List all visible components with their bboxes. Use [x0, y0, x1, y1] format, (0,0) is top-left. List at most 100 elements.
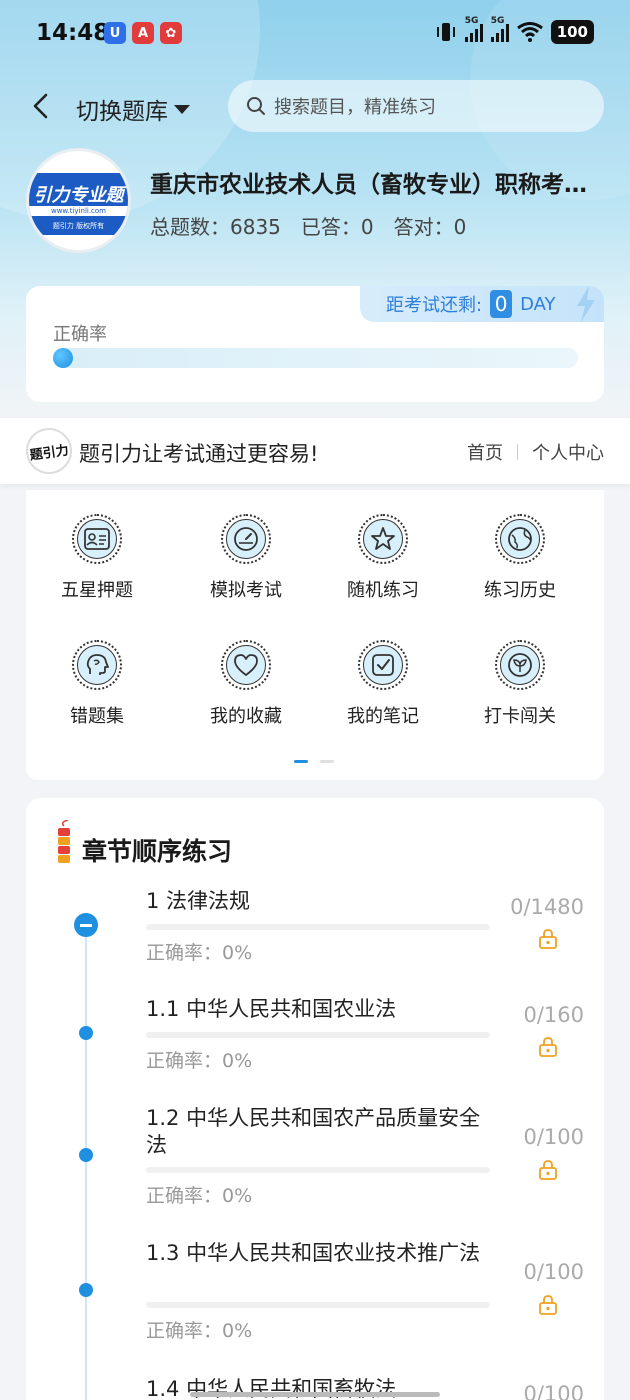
search-placeholder: 搜索题目，精准练习	[274, 97, 436, 118]
bank-logo: 引力专业题 www.tiyinli.com 题引力 版权所有	[26, 148, 131, 253]
chapter-name: 1.3 中华人民共和国农业技术推广法	[146, 1241, 481, 1265]
grid-label: 随机练习	[347, 580, 419, 601]
grid-item-notes[interactable]: 我的笔记	[318, 640, 448, 728]
grid-icon-inner	[226, 645, 266, 685]
grid-icon-inner	[77, 645, 117, 685]
grid-item-wrong-questions[interactable]: 错题集	[32, 640, 162, 728]
logo-url: www.tiyinli.com	[29, 206, 128, 216]
lock-icon	[539, 1295, 557, 1315]
app-a-icon: A	[132, 22, 154, 44]
grid-label: 错题集	[70, 706, 124, 727]
answered-count: 已答：0	[300, 215, 374, 239]
caret-down-icon	[174, 104, 190, 114]
search-input[interactable]: 搜索题目，精准练习	[228, 80, 604, 132]
back-arrow-icon[interactable]	[28, 92, 56, 120]
slogan: 题引力让考试通过更容易!	[79, 442, 319, 466]
head-icon	[86, 654, 109, 675]
page-dot	[320, 760, 334, 763]
grid-icon-inner	[363, 645, 403, 685]
grid-item-mock-exam[interactable]: 模拟考试	[181, 514, 311, 602]
gauge-icon	[234, 527, 258, 551]
firecracker-icon	[58, 820, 70, 863]
chapter-progress-bar	[146, 1032, 490, 1038]
bank-stats: 总题数：6835 已答：0 答对：0	[150, 211, 466, 240]
bank-title: 重庆市农业技术人员（畜牧专业）职称考试题库	[150, 172, 600, 198]
home-link[interactable]: 首页	[467, 439, 503, 465]
grid-icon-wrap	[358, 514, 408, 564]
status-bar: 14:48 U A ✿ 5G 5G 100	[0, 0, 630, 68]
accuracy-bar	[53, 348, 578, 368]
app-u-icon: U	[104, 22, 126, 44]
lock-icon	[539, 1160, 557, 1180]
countdown-label: 距考试还剩:	[386, 295, 483, 316]
home-indicator[interactable]	[190, 1392, 440, 1397]
chapter-progress-bar	[146, 1302, 490, 1308]
chapter-accuracy: 正确率：0%	[146, 1050, 253, 1072]
accuracy-indicator	[53, 348, 73, 368]
top-bar: 切换题库 搜索题目，精准练习	[0, 80, 630, 134]
lightning-icon	[577, 286, 595, 322]
chapter-section-title: 章节顺序练习	[82, 837, 233, 866]
grid-icon-wrap	[72, 514, 122, 564]
vibrate-icon	[436, 23, 455, 41]
system-indicators: 5G 5G 100	[435, 16, 594, 44]
page-dot-active	[294, 760, 308, 763]
accuracy-label: 正确率	[53, 324, 107, 345]
chapter-name: 1 法律法规	[146, 889, 251, 913]
chapter-progress-bar	[146, 924, 490, 930]
chapter-count: 0/100	[523, 1125, 584, 1149]
grid-icon-wrap	[358, 640, 408, 690]
grid-icon-inner	[226, 519, 266, 559]
lock-icon	[539, 1037, 557, 1057]
battery-indicator: 100	[550, 20, 594, 44]
note-icon	[372, 654, 394, 676]
banner-links: 首页 个人中心	[467, 439, 604, 465]
timeline-node	[79, 1148, 93, 1162]
promo-banner: 题引力 题引力让考试通过更容易! 首页 个人中心	[0, 418, 630, 484]
globe-icon	[508, 527, 532, 551]
collapse-icon[interactable]	[74, 913, 98, 937]
clock: 14:48	[36, 20, 110, 46]
chapter-progress-bar	[146, 1167, 490, 1173]
grid-item-favorites[interactable]: 我的收藏	[181, 640, 311, 728]
chapter-practice-card: 章节顺序练习 1 法律法规 正确率：0% 0/1480 1.1 中华人民共和国农…	[26, 798, 604, 1400]
chapter-name: 1.1 中华人民共和国农业法	[146, 997, 397, 1021]
grid-icon-inner	[363, 519, 403, 559]
leaf-icon	[508, 653, 532, 677]
notification-icons: U A ✿	[104, 22, 182, 44]
grid-item-five-star[interactable]: 五星押题	[32, 514, 162, 602]
grid-icon-wrap	[495, 640, 545, 690]
grid-item-random-practice[interactable]: 随机练习	[318, 514, 448, 602]
grid-icon-inner	[77, 519, 117, 559]
chapter-accuracy: 正确率：0%	[146, 1320, 253, 1342]
chapter-name: 1.2 中华人民共和国农产品质量安全法	[146, 1106, 481, 1157]
chapter-count: 0/1480	[510, 895, 584, 919]
accuracy-card: 距考试还剩: 0 DAY 正确率	[26, 286, 604, 402]
grid-icon-wrap	[221, 640, 271, 690]
feature-grid: 五星押题 模拟考试 随机练习 练习历史 错题集 我的收藏 我的笔记 打卡闯关	[26, 490, 604, 780]
profile-link[interactable]: 个人中心	[532, 439, 604, 465]
grid-label: 打卡闯关	[484, 706, 556, 727]
grid-icon-inner	[500, 645, 540, 685]
grid-item-checkin[interactable]: 打卡闯关	[455, 640, 585, 728]
countdown-days: 0	[490, 290, 513, 318]
grid-label: 模拟考试	[210, 580, 282, 601]
brand-logo: 题引力	[23, 425, 75, 477]
signal-2-icon: 5G	[490, 16, 509, 42]
app-red-icon: ✿	[160, 22, 182, 44]
grid-icon-inner	[500, 519, 540, 559]
grid-label: 五星押题	[61, 580, 133, 601]
chapter-accuracy: 正确率：0%	[146, 1185, 253, 1207]
grid-label: 练习历史	[484, 580, 556, 601]
signal-1-icon: 5G	[464, 16, 483, 42]
divider	[517, 444, 518, 460]
switch-bank-button[interactable]: 切换题库	[76, 92, 190, 126]
grid-item-history[interactable]: 练习历史	[455, 514, 585, 602]
chapter-count: 0/100	[523, 1260, 584, 1284]
page-indicator	[294, 760, 334, 763]
grid-label: 我的笔记	[347, 706, 419, 727]
countdown-unit: DAY	[520, 293, 556, 315]
star-icon	[371, 527, 395, 550]
search-icon	[247, 97, 265, 115]
network-type: 5G	[464, 16, 479, 26]
